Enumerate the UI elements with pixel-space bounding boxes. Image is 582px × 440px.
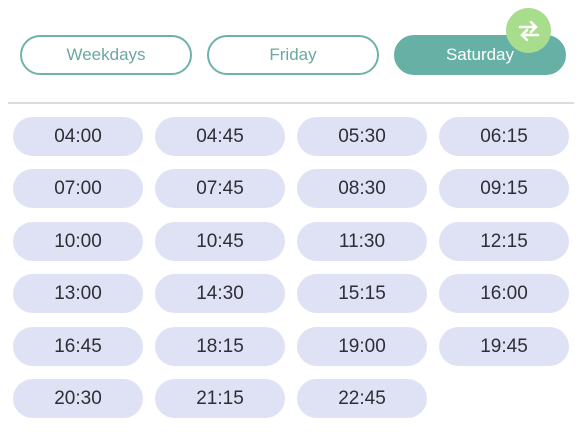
time-slot[interactable]: 13:00 [13, 274, 143, 313]
time-slot[interactable]: 07:45 [155, 169, 285, 208]
time-slot[interactable]: 19:45 [439, 327, 569, 366]
time-slot[interactable]: 12:15 [439, 222, 569, 261]
time-slot[interactable]: 16:00 [439, 274, 569, 313]
time-slot[interactable]: 15:15 [297, 274, 427, 313]
time-slot[interactable]: 16:45 [13, 327, 143, 366]
time-slot[interactable]: 09:15 [439, 169, 569, 208]
time-slot[interactable]: 04:00 [13, 117, 143, 156]
day-tabs: Weekdays Friday Saturday [20, 35, 566, 75]
time-slot[interactable]: 10:45 [155, 222, 285, 261]
time-slot[interactable]: 21:15 [155, 379, 285, 418]
tab-friday[interactable]: Friday [207, 35, 379, 75]
time-slot[interactable]: 08:30 [297, 169, 427, 208]
time-slot[interactable]: 14:30 [155, 274, 285, 313]
time-slot[interactable]: 20:30 [13, 379, 143, 418]
time-slot[interactable]: 04:45 [155, 117, 285, 156]
time-slot[interactable]: 10:00 [13, 222, 143, 261]
time-slot[interactable]: 22:45 [297, 379, 427, 418]
time-slot[interactable]: 07:00 [13, 169, 143, 208]
tab-weekdays[interactable]: Weekdays [20, 35, 192, 75]
swap-arrows-icon [518, 20, 539, 41]
time-slot[interactable]: 06:15 [439, 117, 569, 156]
time-slot[interactable]: 19:00 [297, 327, 427, 366]
time-slot[interactable]: 11:30 [297, 222, 427, 261]
divider [8, 102, 574, 104]
time-slot[interactable]: 18:15 [155, 327, 285, 366]
swap-button[interactable] [506, 8, 551, 53]
time-slot[interactable]: 05:30 [297, 117, 427, 156]
